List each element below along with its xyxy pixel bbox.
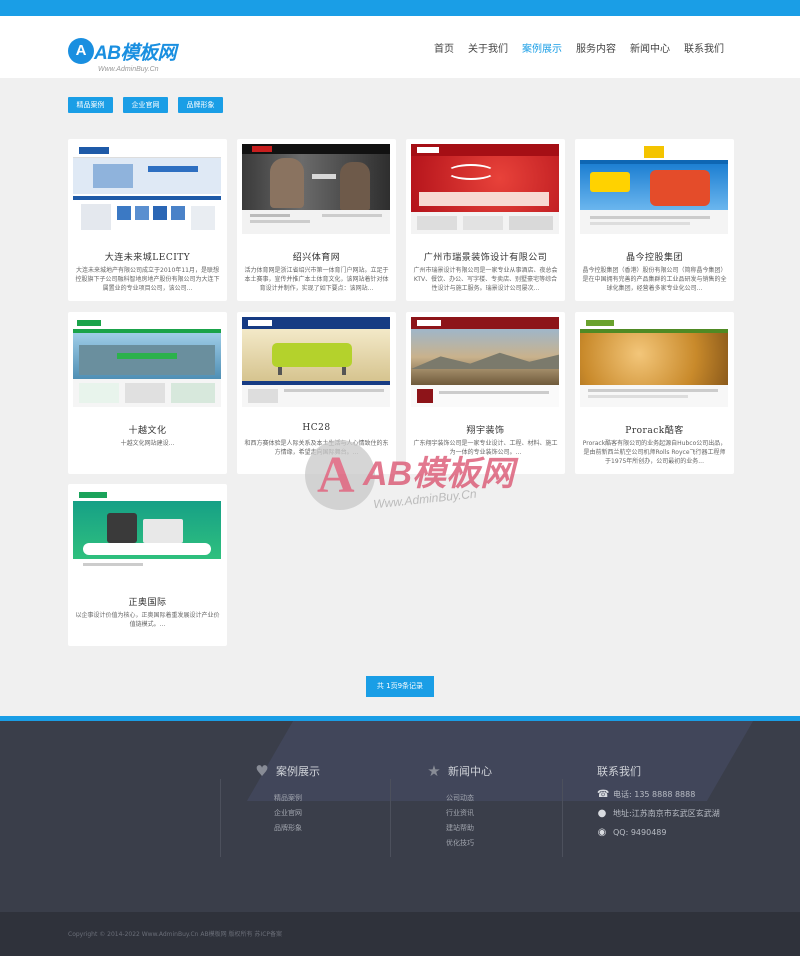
case-description: 大连未来城地产有限公司成立于2010年11月，是联想控股旗下子公司融科智地房地产… bbox=[75, 267, 220, 292]
footer-divider bbox=[562, 779, 563, 857]
case-card[interactable]: 绍兴体育网 活力体育网是浙江省绍兴市第一体育门户网站。立足于本土赛事，宣传并推广… bbox=[237, 139, 396, 301]
case-description: 晶今控股集团（香港）股份有限公司（简称晶今集团）是在中国拥有完善的产品集群的工业… bbox=[582, 267, 727, 292]
case-card[interactable]: Prorack酷客 Prorack酷客有限公司的业务起源自Hubco公司出品，是… bbox=[575, 312, 734, 474]
copyright-text: Copyright © 2014-2022 Www.AdminBuy.Cn AB… bbox=[68, 931, 283, 938]
case-title: 绍兴体育网 bbox=[292, 253, 341, 263]
case-title: 正奥国际 bbox=[128, 598, 167, 608]
case-description: 十越文化网站建设... bbox=[120, 440, 175, 447]
nav-news[interactable]: 新闻中心 bbox=[630, 40, 670, 55]
case-thumbnail[interactable] bbox=[580, 317, 728, 407]
nav-about[interactable]: 关于我们 bbox=[468, 40, 508, 55]
footer-col-contact: 联系我们 ☎ 电话: 135 8888 8888 ● 地址:江苏南京市玄武区玄武… bbox=[597, 763, 720, 842]
footer-col-title: 新闻中心 bbox=[448, 765, 492, 778]
footer-link[interactable]: 精品案例 bbox=[274, 791, 320, 806]
nav-home[interactable]: 首页 bbox=[434, 40, 454, 55]
nav-cases[interactable]: 案例展示 bbox=[522, 40, 562, 55]
case-title: 翔宇装饰 bbox=[466, 426, 505, 436]
star-icon: ★ bbox=[427, 762, 441, 780]
case-thumbnail[interactable] bbox=[411, 317, 559, 407]
case-card[interactable]: 翔宇装饰 广东翔宇装饰公司是一家专业设计、工程、材料、施工为一体的专业装饰公司。… bbox=[406, 312, 565, 474]
location-pin-icon: ● bbox=[597, 808, 607, 819]
case-description: 广东翔宇装饰公司是一家专业设计、工程、材料、施工为一体的专业装饰公司。... bbox=[413, 440, 558, 456]
footer-divider bbox=[220, 779, 221, 857]
logo-text: AB模板网 bbox=[94, 43, 176, 64]
footer-link[interactable]: 公司动态 bbox=[446, 791, 492, 806]
case-card[interactable]: 正奥国际 以企事设计价值为核心，正奥国际着重发展设计产业价值链模式。... bbox=[68, 484, 227, 646]
case-description: 活力体育网是浙江省绍兴市第一体育门户网站。立足于本土赛事，宣传并推广本土体育文化… bbox=[244, 267, 389, 292]
main-nav: 首页 关于我们 案例展示 服务内容 新闻中心 联系我们 bbox=[434, 40, 724, 55]
case-description: 和西方赛体验是人际关系及本土生活与人心情致住的东方情缘，希望走向国际舞台。... bbox=[244, 440, 389, 456]
watermark-subtext: Www.AdminBuy.Cn bbox=[372, 486, 478, 512]
footer-link[interactable]: 建站帮助 bbox=[446, 821, 492, 836]
filter-corporate-button[interactable]: 企业官网 bbox=[123, 97, 168, 113]
site-footer: ♥ 案例展示 精品案例 企业官网 品牌形象 ★ 新闻中心 公司动态 行业资讯 建… bbox=[0, 721, 800, 912]
case-description: 广州市瑞景设计有限公司是一家专业从事酒店、夜总会KTV、餐饮、办公、写字楼、专卖… bbox=[413, 267, 558, 292]
footer-link[interactable]: 企业官网 bbox=[274, 806, 320, 821]
case-description: 以企事设计价值为核心，正奥国际着重发展设计产业价值链模式。... bbox=[75, 612, 220, 628]
contact-qq: QQ: 9490489 bbox=[613, 828, 667, 837]
filter-featured-button[interactable]: 精品案例 bbox=[68, 97, 113, 113]
case-filters: 精品案例 企业官网 品牌形象 bbox=[68, 97, 223, 113]
footer-col-title: 案例展示 bbox=[276, 765, 320, 778]
copyright-bar: Copyright © 2014-2022 Www.AdminBuy.Cn AB… bbox=[0, 912, 800, 956]
case-card[interactable]: HC28 和西方赛体验是人际关系及本土生活与人心情致住的东方情缘，希望走向国际舞… bbox=[237, 312, 396, 474]
nav-contact[interactable]: 联系我们 bbox=[684, 40, 724, 55]
case-title: HC28 bbox=[302, 423, 331, 433]
case-thumbnail[interactable]: ​ bbox=[411, 144, 559, 234]
case-thumbnail[interactable] bbox=[580, 144, 728, 234]
footer-link[interactable]: 行业资讯 bbox=[446, 806, 492, 821]
case-card[interactable]: ​ 广州市瑞景装饰设计有限公司 广州市瑞景设计有限公司是一家专业从事酒店、夜总会… bbox=[406, 139, 565, 301]
contact-phone: 电话: 135 8888 8888 bbox=[613, 790, 696, 799]
footer-divider bbox=[390, 779, 391, 857]
site-logo[interactable]: A AB模板网 Www.AdminBuy.Cn bbox=[68, 36, 178, 80]
site-header: A AB模板网 Www.AdminBuy.Cn 首页 关于我们 案例展示 服务内… bbox=[0, 16, 800, 78]
logo-icon: A bbox=[68, 38, 94, 64]
phone-icon: ☎ bbox=[597, 789, 610, 800]
top-accent-bar bbox=[0, 0, 800, 16]
case-thumbnail[interactable] bbox=[73, 317, 221, 407]
case-card[interactable]: 十越文化 十越文化网站建设... bbox=[68, 312, 227, 474]
case-title: 晶今控股集团 bbox=[625, 253, 683, 263]
logo-subtext: Www.AdminBuy.Cn bbox=[98, 66, 159, 73]
nav-services[interactable]: 服务内容 bbox=[576, 40, 616, 55]
case-thumbnail[interactable] bbox=[73, 489, 221, 579]
footer-col-news: ★ 新闻中心 公司动态 行业资讯 建站帮助 优化技巧 bbox=[426, 763, 492, 851]
case-card[interactable]: 大连未来城LECITY 大连未来城地产有限公司成立于2010年11月，是联想控股… bbox=[68, 139, 227, 301]
qq-icon: ◉ bbox=[597, 827, 607, 838]
footer-col-cases: ♥ 案例展示 精品案例 企业官网 品牌形象 bbox=[254, 763, 320, 836]
case-title: 大连未来城LECITY bbox=[104, 253, 191, 263]
case-description: Prorack酷客有限公司的业务起源自Hubco公司出品，是由前新西兰航空公司机… bbox=[582, 440, 727, 465]
filter-brand-button[interactable]: 品牌形象 bbox=[178, 97, 223, 113]
case-title: 十越文化 bbox=[128, 426, 167, 436]
footer-link[interactable]: 优化技巧 bbox=[446, 836, 492, 851]
contact-address: 地址:江苏南京市玄武区玄武湖 bbox=[613, 809, 720, 818]
footer-col-title: 联系我们 bbox=[597, 765, 641, 778]
case-thumbnail[interactable] bbox=[242, 317, 390, 407]
footer-link[interactable]: 品牌形象 bbox=[274, 821, 320, 836]
pagination-info[interactable]: 共 1页9条记录 bbox=[366, 676, 434, 697]
case-card[interactable]: 晶今控股集团 晶今控股集团（香港）股份有限公司（简称晶今集团）是在中国拥有完善的… bbox=[575, 139, 734, 301]
case-thumbnail[interactable] bbox=[242, 144, 390, 234]
heart-icon: ♥ bbox=[255, 762, 269, 780]
case-title: 广州市瑞景装饰设计有限公司 bbox=[423, 253, 548, 263]
case-thumbnail[interactable] bbox=[73, 144, 221, 234]
case-title: Prorack酷客 bbox=[625, 426, 684, 436]
